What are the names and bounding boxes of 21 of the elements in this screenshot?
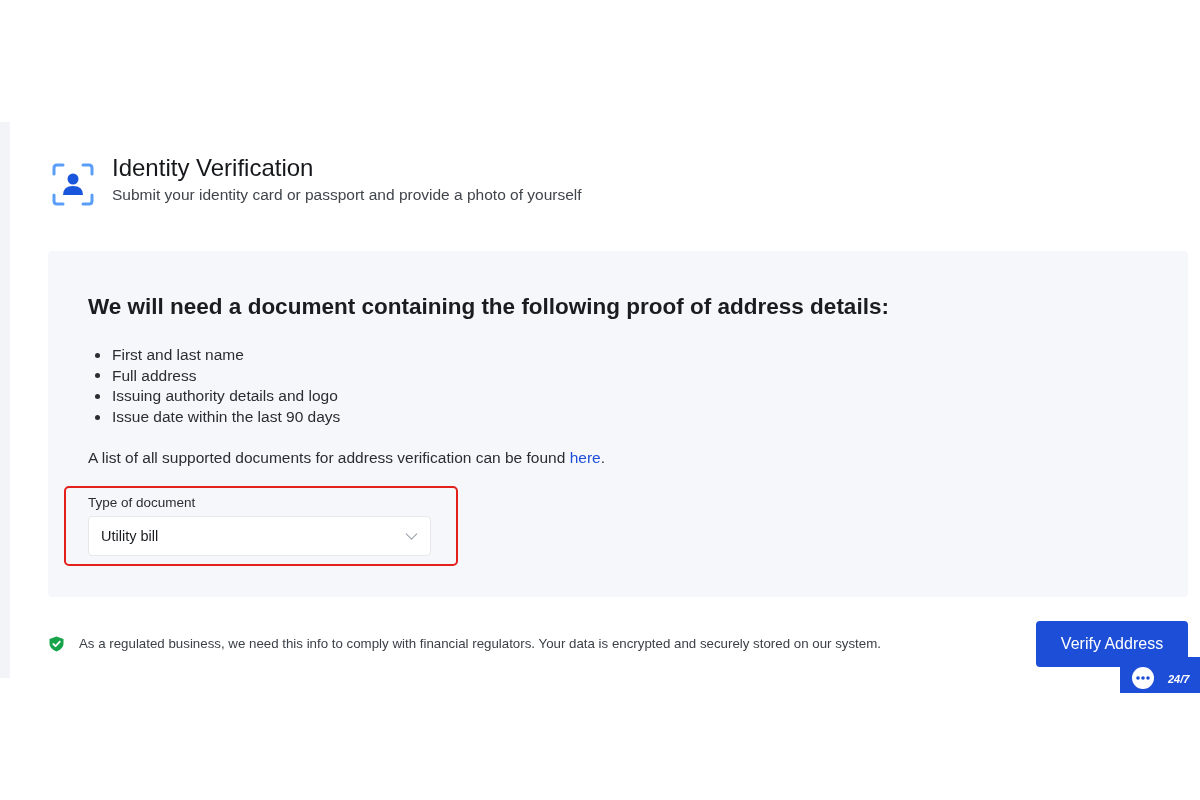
document-type-select[interactable]: Utility bill <box>88 516 431 557</box>
here-link[interactable]: here <box>569 449 601 467</box>
requirement-item: First and last name <box>112 345 244 366</box>
chevron-down-icon <box>405 532 418 540</box>
verify-address-button[interactable]: Verify Address <box>1036 621 1188 667</box>
page-title: Identity Verification <box>112 154 315 182</box>
requirement-item: Issuing authority details and logo <box>112 386 338 407</box>
field-label: Type of document <box>88 495 197 512</box>
bullet-icon <box>95 352 100 358</box>
requirement-item: Full address <box>112 365 197 386</box>
bullet-icon <box>95 373 100 379</box>
page-subtitle: Submit your identity card or passport and provide a photo of yourself <box>112 185 582 205</box>
shield-check-icon <box>49 636 64 652</box>
security-notice: As a regulated business, we need this info to comply with financial regulators. Your data is encrypted and securely stored on our system. <box>79 636 881 652</box>
chat-bubble-icon <box>1132 667 1154 689</box>
documents-note: A list of all supported documents for address verification can be found here. <box>88 448 606 469</box>
person-scan-icon <box>52 163 94 206</box>
bullet-icon <box>95 414 100 420</box>
requirement-item: Issue date within the last 90 days <box>112 407 341 428</box>
requirements-heading: We will need a document containing the following proof of address details: <box>88 293 890 321</box>
bullet-icon <box>95 394 100 399</box>
